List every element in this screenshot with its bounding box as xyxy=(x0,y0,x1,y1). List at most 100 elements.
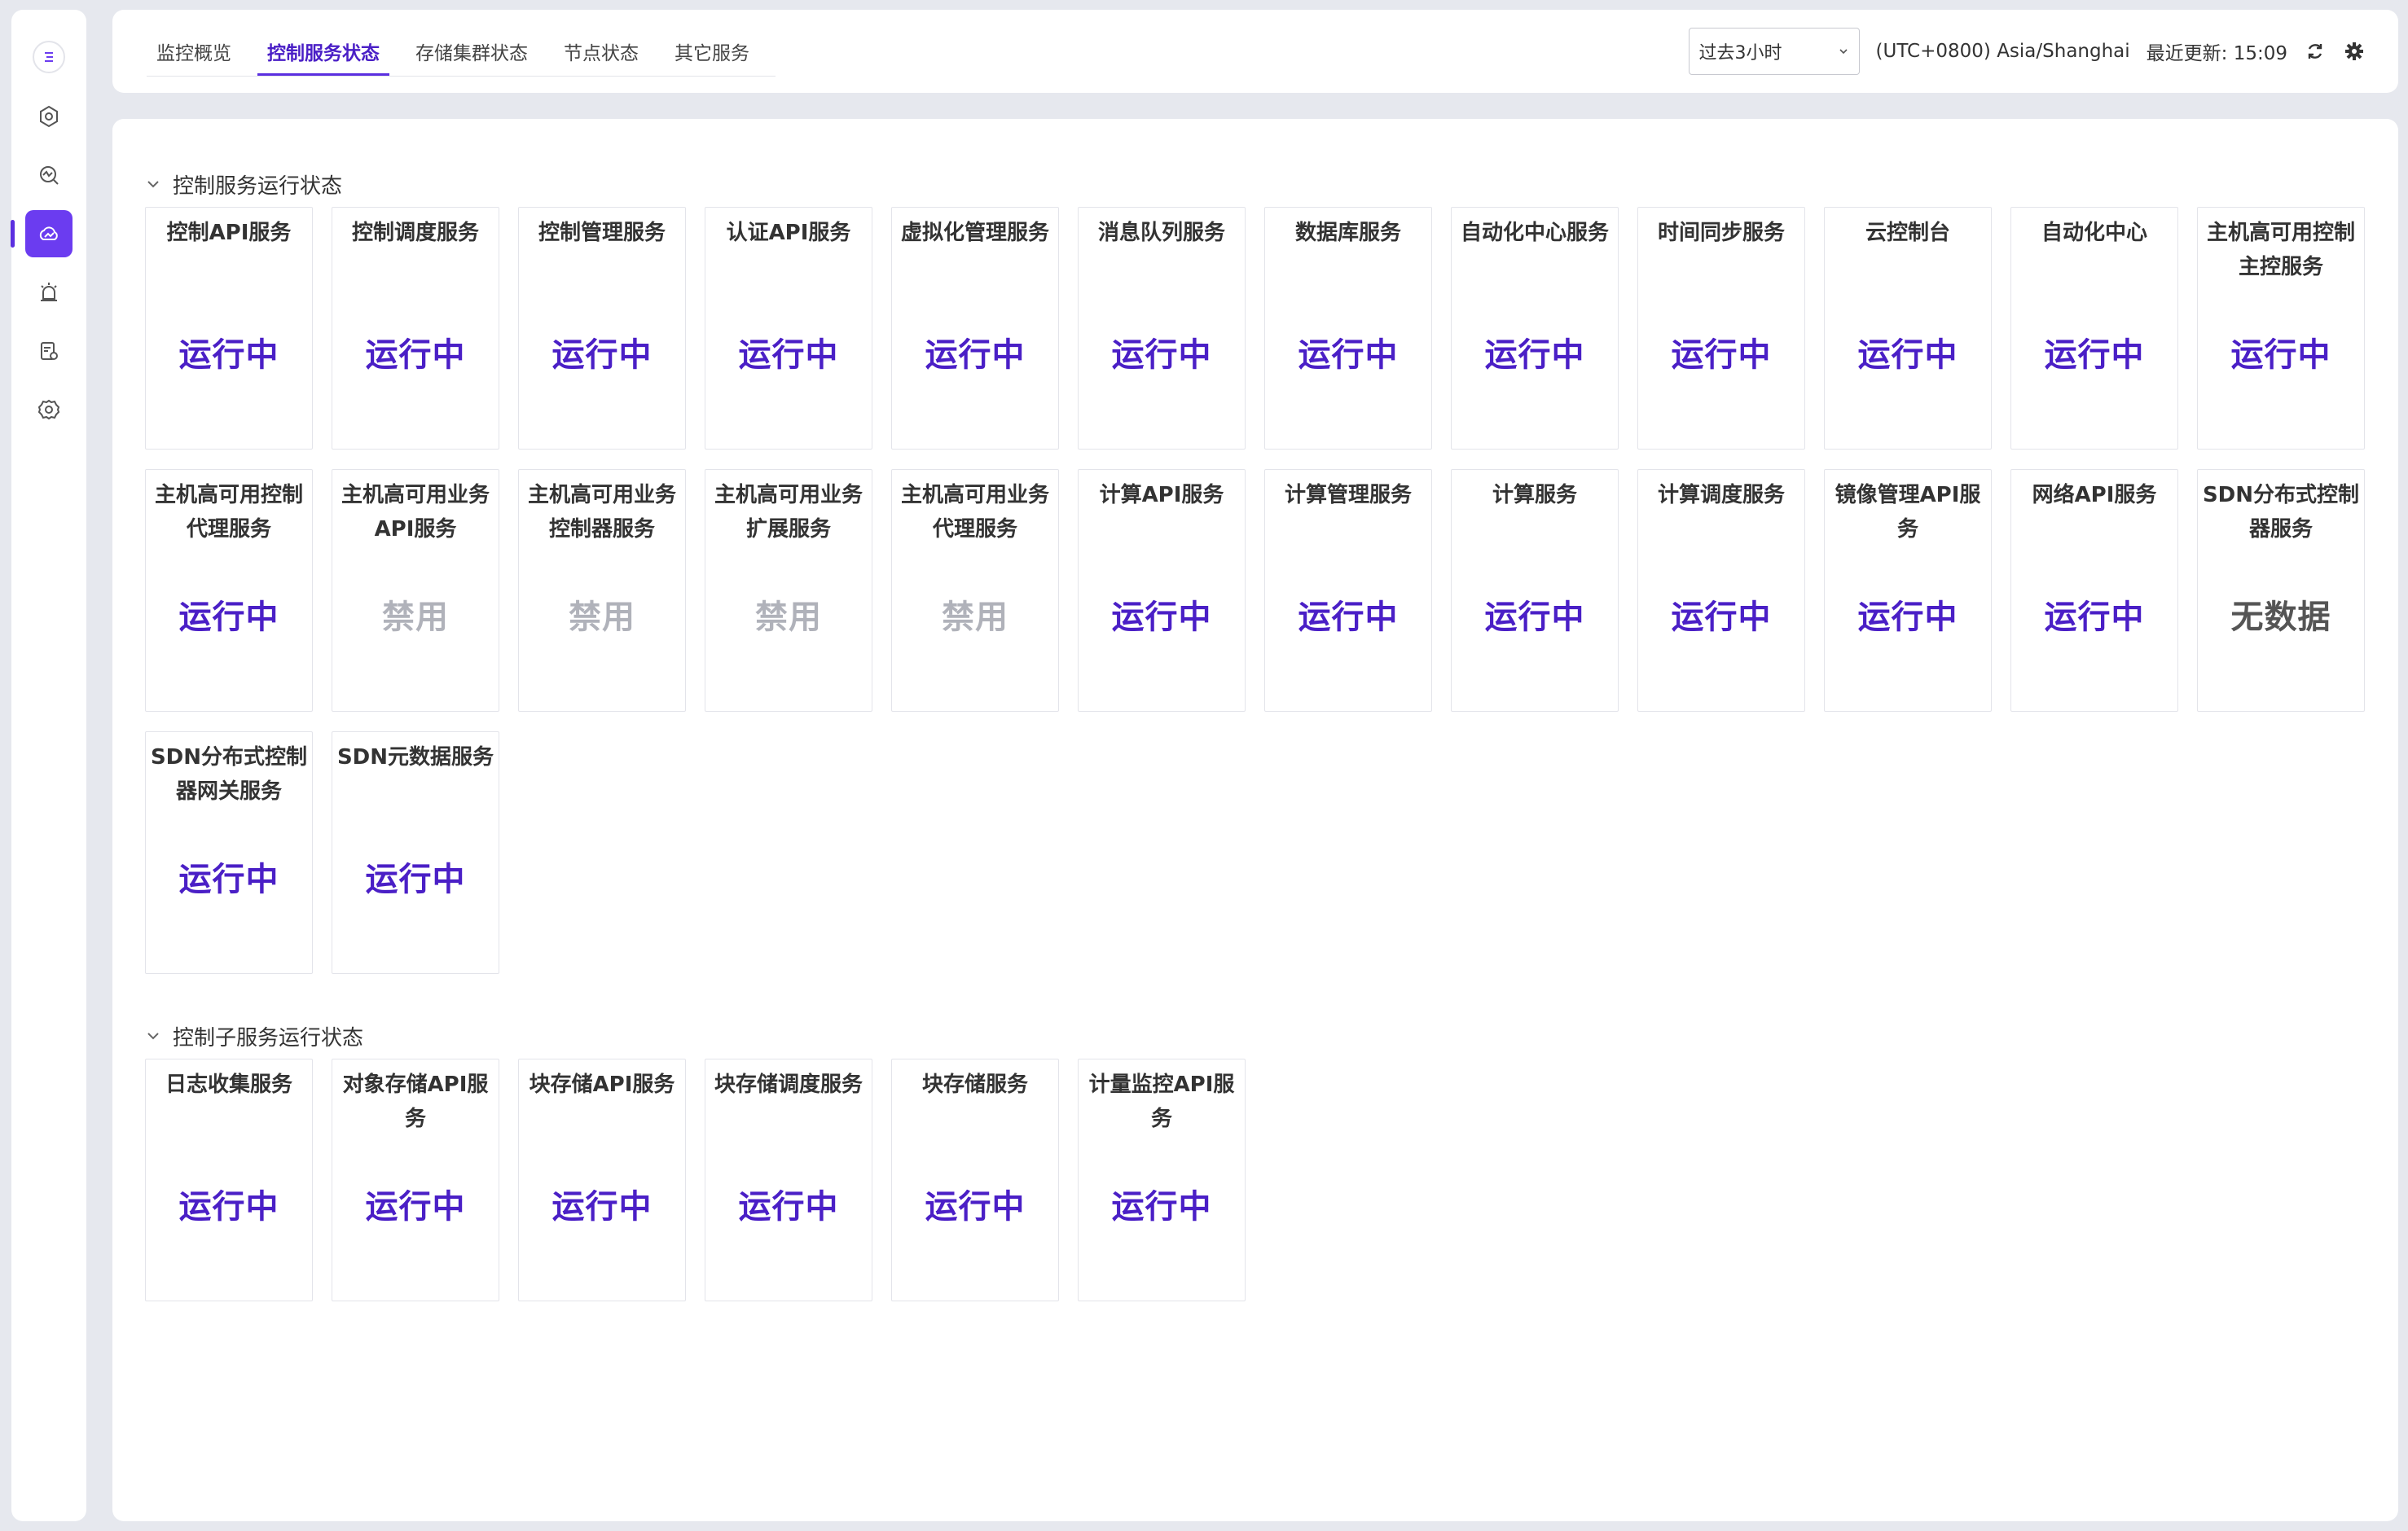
service-status: 运行中 xyxy=(925,336,1026,374)
service-card[interactable]: 主机高可用业务扩展服务禁用 xyxy=(705,469,872,712)
service-card[interactable]: 自动化中心 运行中 xyxy=(2010,207,2178,450)
service-card[interactable]: 镜像管理API服务 运行中 xyxy=(1824,469,1992,712)
service-card[interactable]: 计算服务 运行中 xyxy=(1451,469,1619,712)
last-updated-label: 最近更新: 15:09 xyxy=(2146,43,2287,64)
service-card[interactable]: 块存储服务 运行中 xyxy=(891,1059,1059,1301)
service-status: 运行中 xyxy=(365,336,466,374)
chevron-down-icon xyxy=(1839,49,1848,55)
tab-3[interactable]: 节点状态 xyxy=(554,10,648,93)
service-card[interactable]: 主机高可用业务API服务禁用 xyxy=(332,469,499,712)
sidebar-item-monitor[interactable] xyxy=(25,151,73,199)
settings-icon xyxy=(37,399,60,420)
service-card[interactable]: 认证API服务 运行中 xyxy=(705,207,872,450)
chevron-down-icon xyxy=(147,181,159,188)
service-card[interactable]: 块存储调度服务 运行中 xyxy=(705,1059,872,1301)
service-status: 运行中 xyxy=(1298,599,1399,636)
service-status: 运行中 xyxy=(178,861,279,898)
tab-bar: 监控概览 控制服务状态 存储集群状态 节点状态 其它服务 xyxy=(147,10,776,93)
section-header[interactable]: 控制子服务运行状态 xyxy=(145,1020,2398,1052)
service-grid: 日志收集服务 运行中 对象存储API服务 运行中 块存储API服务 运行中 块存储调度服务运… xyxy=(145,1059,2398,1301)
service-card[interactable]: 主机高可用业务代理服务 禁用 xyxy=(891,469,1059,712)
section-title: 控制子服务运行状态 xyxy=(173,1025,364,1051)
sidebar-item-cloud-service[interactable] xyxy=(11,210,73,257)
service-status: 禁用 xyxy=(755,599,822,636)
service-card[interactable]: 自动化中心服务 运行中 xyxy=(1451,207,1619,450)
dashboard-icon xyxy=(40,105,58,128)
service-name: 计量监控API服务 xyxy=(1088,1073,1235,1131)
service-status: 运行中 xyxy=(178,599,279,636)
time-range-select[interactable]: 过去3小时 xyxy=(1688,28,1860,75)
service-name: 主机高可用业务API服务 xyxy=(341,483,490,542)
service-status: 运行中 xyxy=(1857,599,1958,636)
sidebar-item-alarm[interactable] xyxy=(25,269,73,316)
service-name: 块存储API服务 xyxy=(529,1073,675,1097)
service-status: 运行中 xyxy=(1857,336,1958,374)
service-card[interactable]: 计算管理服务 运行中 xyxy=(1264,469,1432,712)
service-card[interactable]: 主机高可用控制代理服务 运行中 xyxy=(145,469,313,712)
service-name: 虚拟化管理服务 xyxy=(900,221,1049,245)
service-status: 运行中 xyxy=(2230,336,2331,374)
service-status: 运行中 xyxy=(1671,336,1772,374)
service-card[interactable]: 计算调度服务 运行中 xyxy=(1637,469,1805,712)
service-status: 运行中 xyxy=(1484,599,1585,636)
settings-button[interactable] xyxy=(2343,40,2366,63)
service-card[interactable]: 对象存储API服务 运行中 xyxy=(332,1059,499,1301)
service-card[interactable]: SDN元数据服务 运行中 xyxy=(332,731,499,974)
service-card[interactable]: 网络API服务 运行中 xyxy=(2010,469,2178,712)
service-card[interactable]: 日志收集服务 运行中 xyxy=(145,1059,313,1301)
service-name: 主机高可用业务控制器服务 xyxy=(527,483,676,542)
service-card[interactable]: 云控制台 运行中 xyxy=(1824,207,1992,450)
service-card[interactable]: 虚拟化管理服务运行中 xyxy=(891,207,1059,450)
service-name: 消息队列服务 xyxy=(1097,221,1225,245)
section-header[interactable]: 控制服务运行状态 xyxy=(145,168,2398,200)
service-name: 时间同步服务 xyxy=(1657,221,1785,245)
service-card[interactable]: 主机高可用控制主控服务运行中 xyxy=(2197,207,2365,450)
service-name: 主机高可用业务扩展服务 xyxy=(714,483,863,542)
service-status: 禁用 xyxy=(569,599,635,636)
service-card[interactable]: 计量监控API服务 运行中 xyxy=(1078,1059,1246,1301)
service-card[interactable]: 块存储API服务运行中 xyxy=(518,1059,686,1301)
service-card[interactable]: 控制API服务 运行中 xyxy=(145,207,313,450)
service-name: 日志收集服务 xyxy=(165,1073,292,1097)
tab-4[interactable]: 其它服务 xyxy=(665,10,759,93)
service-name: 计算服务 xyxy=(1492,483,1577,507)
alarm-icon xyxy=(41,283,57,301)
tab-1[interactable]: 控制服务状态 xyxy=(257,10,389,93)
service-card[interactable]: 消息队列服务 运行中 xyxy=(1078,207,1246,450)
sidebar-item-settings[interactable] xyxy=(25,386,73,433)
service-name: 认证API服务 xyxy=(726,221,851,245)
service-name: 主机高可用控制主控服务 xyxy=(2206,221,2355,279)
service-card[interactable]: 控制管理服务 运行中 xyxy=(518,207,686,450)
service-card[interactable]: 时间同步服务 运行中 xyxy=(1637,207,1805,450)
service-card[interactable]: 计算API服务 运行中 xyxy=(1078,469,1246,712)
service-name: 网络API服务 xyxy=(2032,483,2157,507)
gear-icon xyxy=(2345,42,2363,60)
service-status: 运行中 xyxy=(2044,336,2145,374)
sidebar-toggle-button[interactable] xyxy=(33,41,65,73)
service-name: 控制API服务 xyxy=(166,221,292,245)
service-card[interactable]: SDN分布式控制器服务 无数据 xyxy=(2197,469,2365,712)
service-card[interactable]: 控制调度服务 运行中 xyxy=(332,207,499,450)
refresh-button[interactable] xyxy=(2304,40,2327,63)
timezone-label: (UTC+0800) Asia/Shanghai xyxy=(1875,41,2130,62)
service-status: 运行中 xyxy=(551,1188,653,1226)
cloud-service-icon xyxy=(39,226,58,240)
service-status: 运行中 xyxy=(1298,336,1399,374)
sidebar-item-dashboard[interactable] xyxy=(25,93,73,140)
service-status: 运行中 xyxy=(925,1188,1026,1226)
service-status: 禁用 xyxy=(382,599,449,636)
sidebar-item-report[interactable] xyxy=(25,327,73,375)
menu-collapse-icon xyxy=(45,52,53,62)
service-card[interactable]: 主机高可用业务控制器服务禁用 xyxy=(518,469,686,712)
service-status: 无数据 xyxy=(2230,599,2331,636)
refresh-icon xyxy=(2308,44,2322,59)
sidebar xyxy=(11,10,86,1521)
service-status: 运行中 xyxy=(1111,599,1212,636)
tab-0[interactable]: 监控概览 xyxy=(147,10,241,93)
tab-2[interactable]: 存储集群状态 xyxy=(406,10,538,93)
service-name: 自动化中心服务 xyxy=(1460,221,1609,245)
service-card[interactable]: 数据库服务 运行中 xyxy=(1264,207,1432,450)
service-name: 计算管理服务 xyxy=(1284,483,1412,507)
service-name: 控制调度服务 xyxy=(351,221,479,245)
service-card[interactable]: SDN分布式控制器网关服务 运行中 xyxy=(145,731,313,974)
